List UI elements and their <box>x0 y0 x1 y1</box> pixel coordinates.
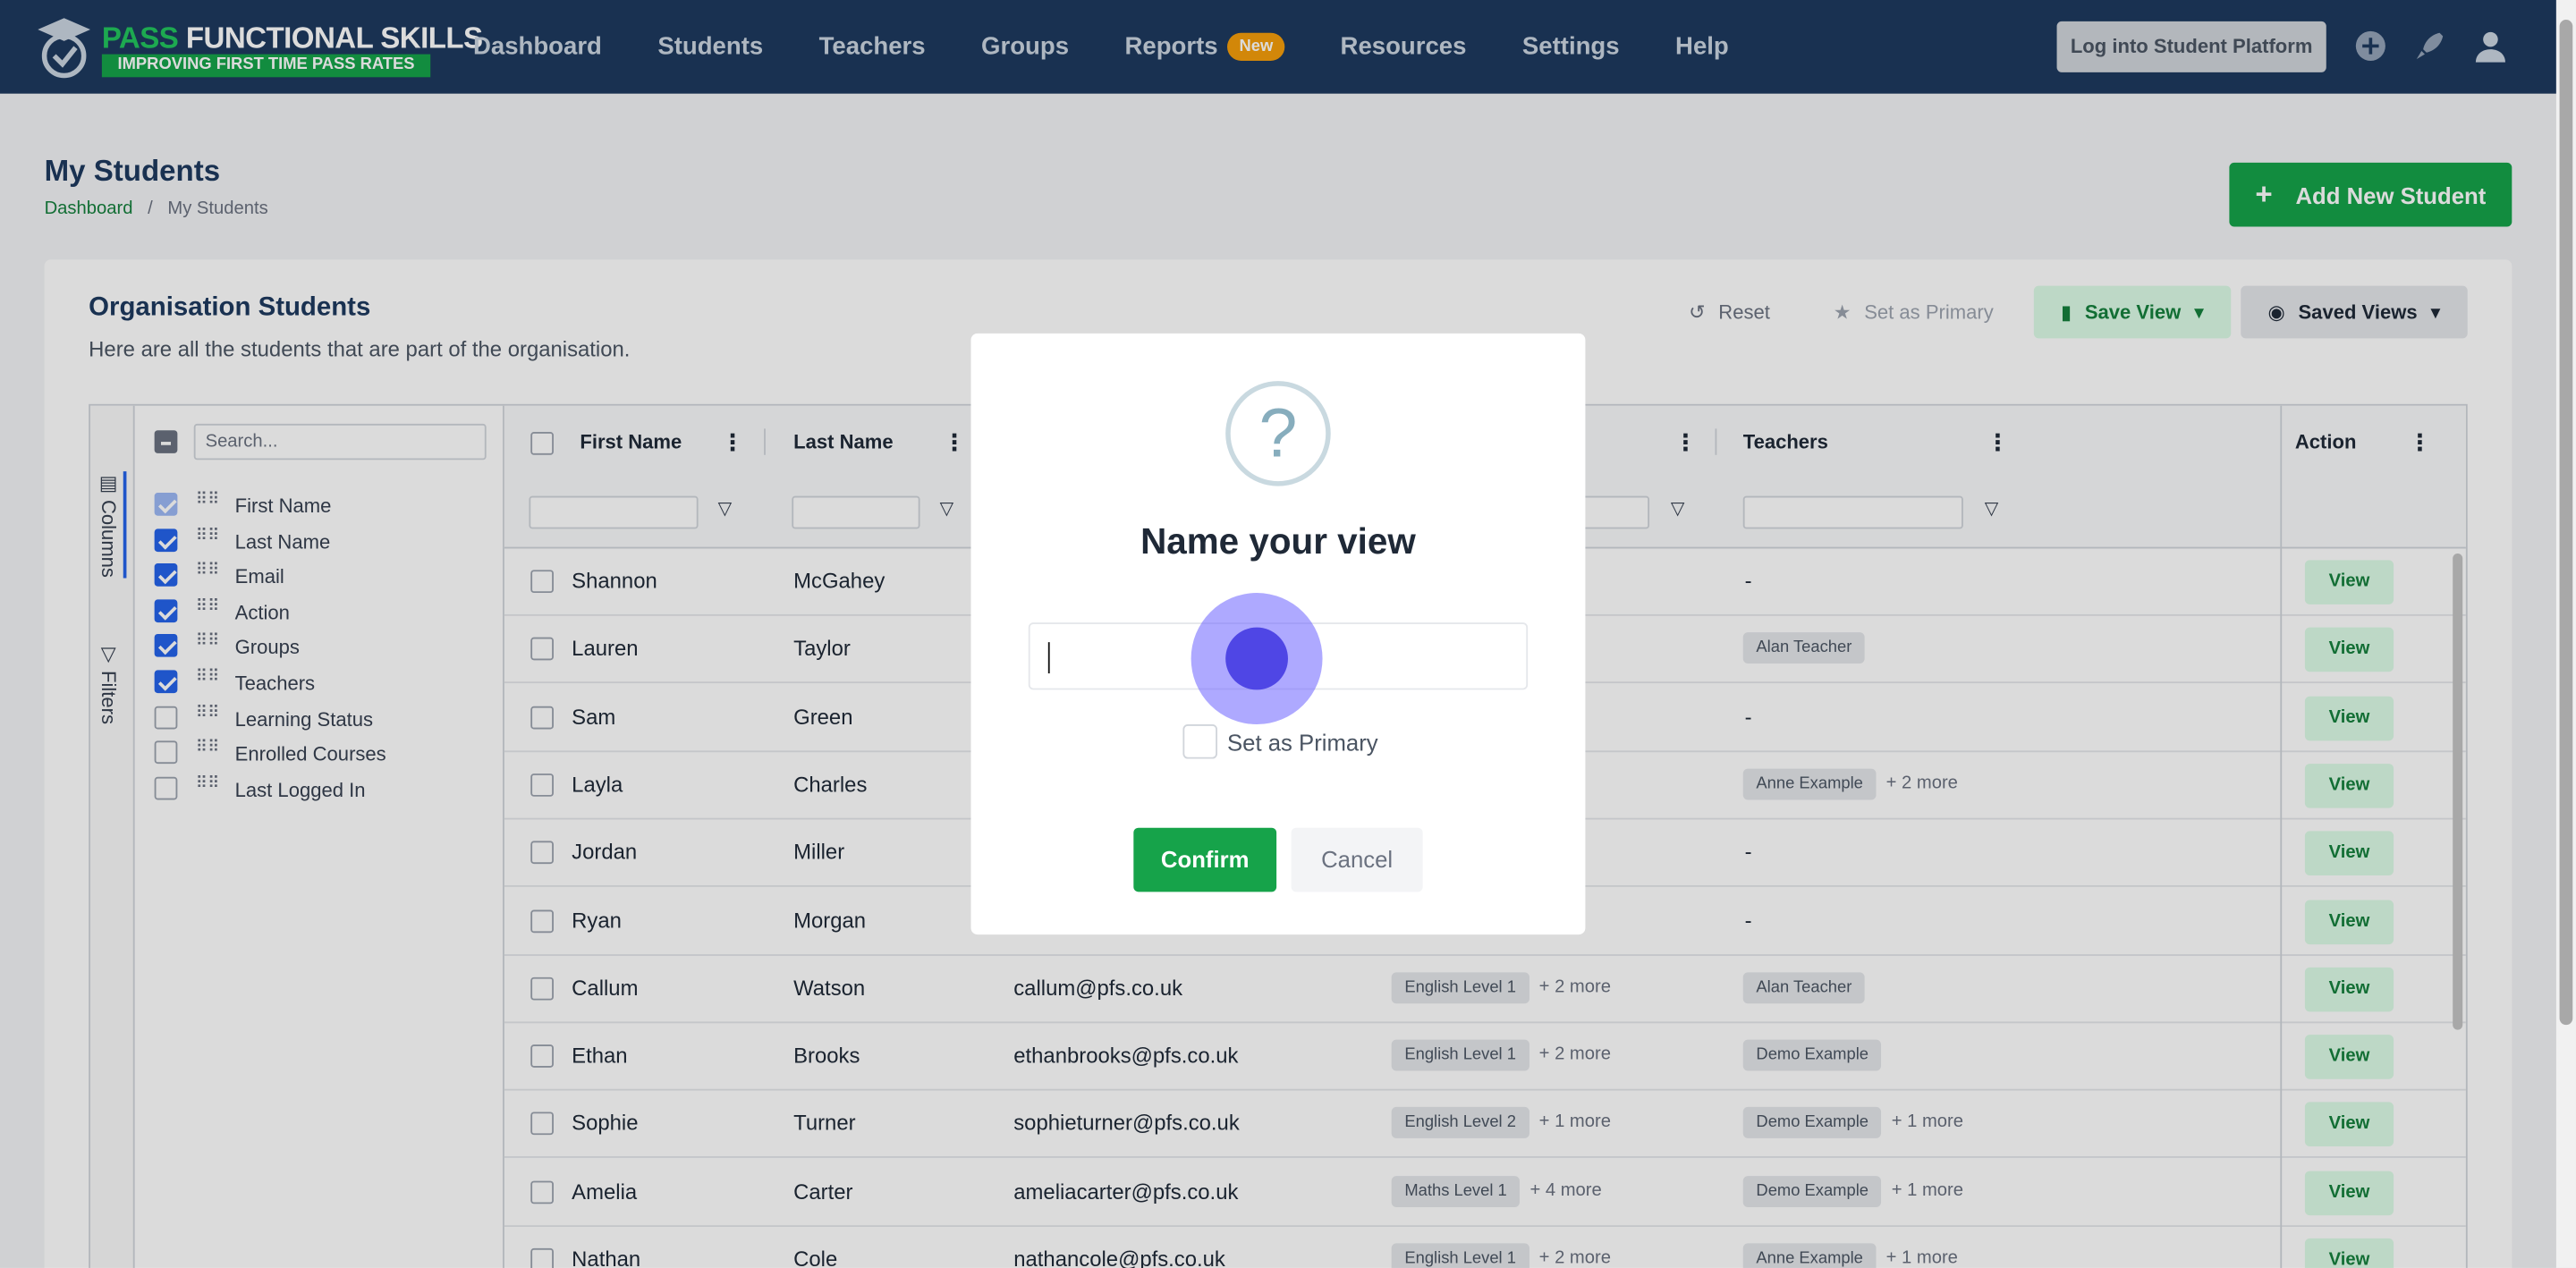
click-indicator <box>1191 593 1323 724</box>
app-root: PASS FUNCTIONAL SKILLS IMPROVING FIRST T… <box>0 0 2576 1268</box>
question-icon: ? <box>1225 381 1331 486</box>
text-caret <box>1047 642 1050 674</box>
cancel-button[interactable]: Cancel <box>1291 827 1423 892</box>
dialog-title: Name your view <box>1140 520 1416 562</box>
page-scrollbar-thumb[interactable] <box>2559 20 2573 1026</box>
click-indicator-dot <box>1225 627 1288 690</box>
name-view-dialog: ? Name your view Set as Primary Confirm … <box>970 333 1586 935</box>
confirm-button[interactable]: Confirm <box>1133 827 1277 892</box>
set-as-primary-checkbox[interactable] <box>1182 723 1217 759</box>
set-as-primary-label: Set as Primary <box>1227 729 1378 756</box>
page-scrollbar[interactable] <box>2555 0 2576 1268</box>
